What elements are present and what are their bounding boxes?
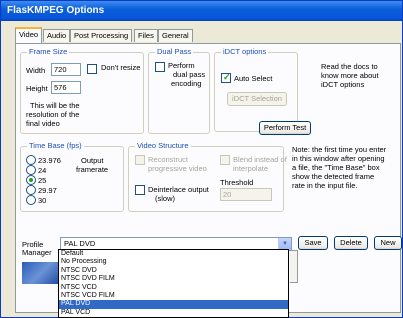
fps-radio-30[interactable] <box>26 195 36 205</box>
tab-video[interactable]: Video <box>15 27 43 43</box>
tab-audio[interactable]: Audio <box>43 29 71 42</box>
profile-option-ntsc-vcd-film[interactable]: NTSC VCD FILM <box>59 292 288 300</box>
frame-note-line-1: This will be the <box>30 101 80 110</box>
blend-line-1: Blend instead of <box>233 155 287 164</box>
profile-option-ntsc-dvd-film[interactable]: NTSC DVD FILM <box>59 275 288 283</box>
note-line-1: Note: the first time you enter <box>292 145 387 154</box>
threshold-input[interactable]: 20 <box>220 188 272 201</box>
profile-delete-button[interactable]: Delete <box>334 236 368 250</box>
dual-pass-line-1: Perform <box>168 61 195 70</box>
profile-selected-value: PAL DVD <box>64 239 96 248</box>
fps-radio-2997[interactable] <box>26 185 36 195</box>
output-framerate-line-2: framerate <box>76 165 109 174</box>
threshold-label: Threshold <box>220 178 254 187</box>
dont-resize-label: Don't resize <box>101 63 141 72</box>
blend-checkbox[interactable] <box>220 155 230 165</box>
dual-pass-line-2: dual pass <box>173 70 206 79</box>
tab-general[interactable]: General <box>158 29 193 42</box>
perform-test-button[interactable]: Perform Test <box>259 121 311 135</box>
deinterlace-line-1: Deinterlace output <box>148 185 209 194</box>
profile-new-button[interactable]: New <box>374 236 402 250</box>
deinterlace-checkbox[interactable] <box>135 185 145 195</box>
idct-docs-line-3: iDCT options <box>321 80 365 89</box>
profile-save-button[interactable]: Save <box>298 236 328 250</box>
profile-option-pal-dvd[interactable]: PAL DVD <box>59 300 288 309</box>
idct-docs-line-1: Read the docs to <box>321 62 378 71</box>
idct-options-group: iDCT options Auto Select iDCT Selection … <box>214 47 311 135</box>
frame-size-group: Frame Size Width 720 Height 576 Don't re… <box>20 47 144 134</box>
profile-info-box <box>290 250 298 283</box>
fps-radio-24[interactable] <box>26 165 36 175</box>
fps-radio-25[interactable] <box>26 175 36 185</box>
video-structure-group: Video Structure Reconstruct progressive … <box>128 141 287 212</box>
profile-option-pal-vcd[interactable]: PAL VCD <box>59 309 288 317</box>
reconstruct-checkbox[interactable] <box>135 155 145 165</box>
width-input[interactable]: 720 <box>51 63 81 76</box>
video-structure-title: Video Structure <box>135 141 191 150</box>
profile-dropdown-list[interactable]: Default No Processing NTSC DVD NTSC DVD … <box>58 249 289 318</box>
profile-preview-image <box>22 262 60 284</box>
profile-option-ntsc-vcd[interactable]: NTSC VCD <box>59 284 288 292</box>
fps-label-30: 30 <box>38 196 47 205</box>
output-framerate-line-1: Output <box>81 156 104 165</box>
idct-docs-line-2: know more about <box>321 71 379 80</box>
width-label: Width <box>26 66 46 75</box>
note-line-3: a file, the "Time Base" box <box>292 163 380 172</box>
tab-post-processing[interactable]: Post Processing <box>70 29 133 42</box>
note-line-4: show the detected frame <box>292 172 375 181</box>
dual-pass-group: Dual Pass Perform dual pass encoding <box>148 47 210 134</box>
auto-select-label: Auto Select <box>234 74 273 83</box>
height-label: Height <box>26 84 48 93</box>
note-line-5: rate in the input file. <box>292 181 358 190</box>
frame-note-line-2: resolution of the <box>26 110 80 119</box>
dont-resize-checkbox[interactable] <box>87 64 97 74</box>
time-base-title: Time Base (fps) <box>27 141 84 150</box>
auto-select-checkbox[interactable] <box>221 72 231 83</box>
note-line-2: in this window after opening <box>292 154 385 163</box>
fps-label-24: 24 <box>38 166 47 175</box>
idct-options-title: iDCT options <box>221 47 269 56</box>
tab-files[interactable]: Files <box>134 29 158 42</box>
reconstruct-line-2: progressive video <box>148 164 207 173</box>
dual-pass-title: Dual Pass <box>155 47 194 56</box>
window-title: FlasKMPEG Options <box>1 1 402 21</box>
fps-label-2997: 29.97 <box>38 186 57 195</box>
time-base-group: Time Base (fps) 23.976 24 25 29.97 30 Ou… <box>20 141 124 212</box>
frame-note-line-3: final video <box>26 119 60 128</box>
profile-option-default[interactable]: Default <box>59 250 288 258</box>
profile-manager-line-2: Manager <box>22 248 52 257</box>
height-input[interactable]: 576 <box>51 81 81 94</box>
fps-label-25: 25 <box>38 176 47 185</box>
fps-label-23976: 23.976 <box>38 156 61 165</box>
fps-radio-23976[interactable] <box>26 155 36 165</box>
dual-pass-line-3: encoding <box>171 79 202 88</box>
reconstruct-line-1: Reconstruct <box>148 155 189 164</box>
profile-option-no-processing[interactable]: No Processing <box>59 258 288 266</box>
idct-selection-button[interactable]: iDCT Selection <box>227 92 287 106</box>
deinterlace-line-2: (slow) <box>155 194 175 203</box>
blend-line-2: interpolate <box>233 164 269 173</box>
frame-size-title: Frame Size <box>27 47 70 56</box>
profile-option-ntsc-dvd[interactable]: NTSC DVD <box>59 267 288 275</box>
dual-pass-checkbox[interactable] <box>155 62 165 72</box>
